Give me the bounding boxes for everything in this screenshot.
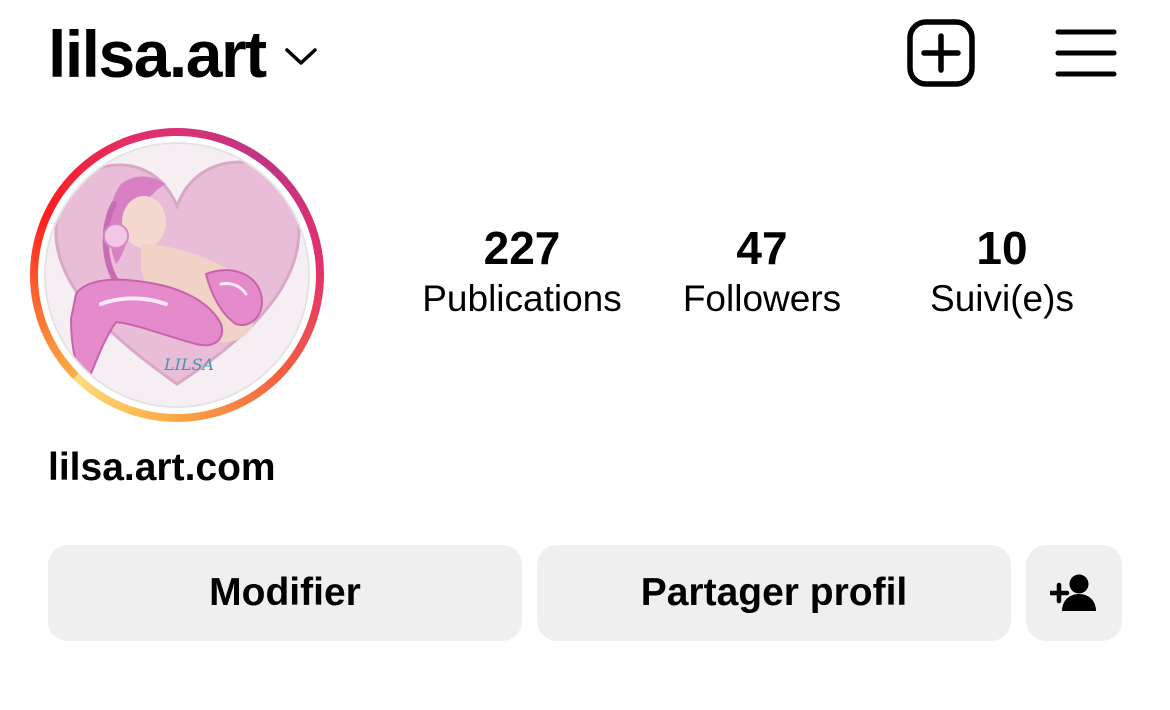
stat-label: Suivi(e)s — [930, 278, 1074, 319]
chevron-down-icon[interactable] — [284, 47, 318, 67]
discover-people-button[interactable] — [1026, 545, 1122, 641]
plus-square-icon[interactable] — [906, 18, 976, 88]
person-add-icon — [1050, 574, 1096, 611]
stat-following[interactable]: 10 Suivi(e)s — [882, 222, 1122, 324]
edit-profile-button[interactable]: Modifier — [48, 545, 522, 641]
stat-value: 10 — [976, 222, 1028, 274]
stat-label: Publications — [422, 278, 622, 319]
bio-website-link[interactable]: lilsa.art.com — [48, 440, 276, 496]
stat-value: 47 — [736, 222, 788, 274]
edit-profile-label: Modifier — [209, 571, 361, 614]
stat-publications[interactable]: 227 Publications — [402, 222, 642, 324]
artist-signature: LILSA — [163, 355, 214, 374]
profile-header: lilsa.art — [0, 0, 1170, 110]
stat-label: Followers — [682, 278, 842, 319]
stat-value: 227 — [483, 222, 561, 274]
hamburger-menu-icon[interactable] — [1054, 26, 1118, 80]
profile-stats: 227 Publications 47 Followers 10 Suivi(e… — [0, 222, 1170, 332]
account-switcher[interactable]: lilsa.art — [48, 14, 318, 94]
profile-username[interactable]: lilsa.art — [48, 14, 267, 94]
share-profile-label: Partager profil — [640, 571, 908, 614]
stat-followers[interactable]: 47 Followers — [642, 222, 882, 324]
share-profile-button[interactable]: Partager profil — [537, 545, 1011, 641]
